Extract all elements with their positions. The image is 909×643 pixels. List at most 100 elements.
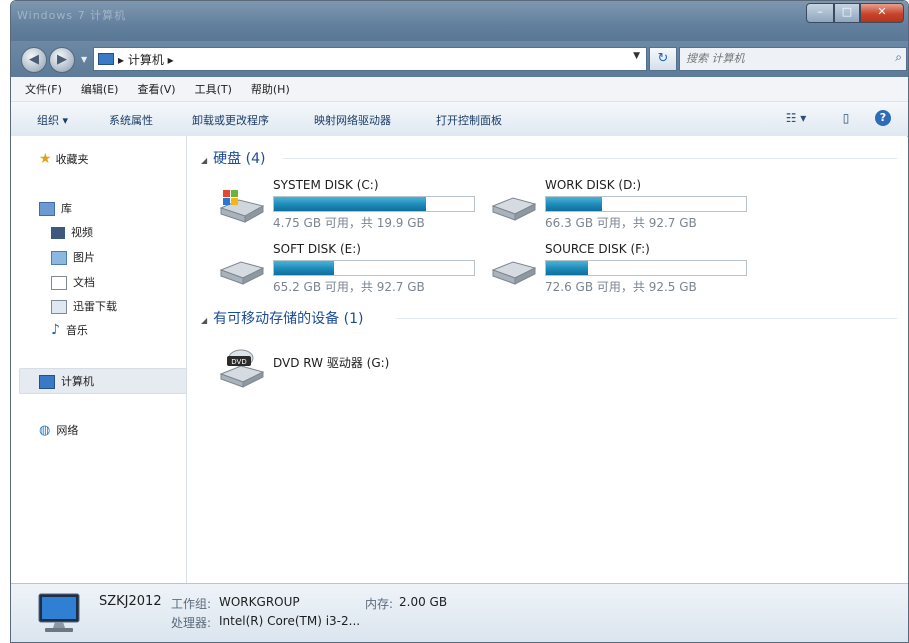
hard-drive-icon	[491, 197, 537, 221]
system-properties-button[interactable]: 系统属性	[109, 112, 153, 128]
menu-edit[interactable]: 编辑(E)	[81, 81, 119, 97]
forward-button[interactable]: ▶	[49, 47, 75, 73]
drive-e[interactable]: SOFT DISK (E:) 65.2 GB 可用，共 92.7 GB	[217, 242, 487, 302]
help-icon: ?	[879, 111, 887, 124]
dvd-drive-icon: DVD	[219, 349, 265, 388]
workgroup-label: 工作组:	[171, 597, 212, 611]
system-drive-icon	[219, 190, 265, 223]
drive-name: SOURCE DISK (F:)	[545, 242, 650, 256]
menu-view[interactable]: 查看(V)	[137, 81, 175, 97]
drive-name: SOFT DISK (E:)	[273, 242, 361, 256]
address-dropdown-icon[interactable]: ▼	[633, 51, 640, 61]
drive-usage-bar	[273, 196, 475, 212]
sidebar-item-label: 视频	[71, 226, 93, 239]
menu-help[interactable]: 帮助(H)	[251, 81, 290, 97]
memory-value: 2.00 GB	[399, 595, 448, 609]
sidebar-item-pictures[interactable]: 图片	[51, 249, 95, 265]
navigation-pane: ★ 收藏夹 库 视频 图片 文档 迅雷下载 ♪ 音乐 计算机 ◍ 网络	[11, 136, 187, 583]
search-icon[interactable]: ⌕	[895, 50, 902, 65]
menu-tools[interactable]: 工具(T)	[195, 81, 232, 97]
breadcrumb-computer[interactable]: 计算机	[128, 53, 164, 67]
download-folder-icon	[51, 300, 67, 314]
window-title: Windows 7 计算机	[17, 9, 127, 22]
drive-g-dvd[interactable]: DVD DVD RW 驱动器 (G:)	[217, 342, 487, 402]
library-icon	[39, 202, 55, 216]
sidebar-item-label: 计算机	[61, 375, 94, 388]
sidebar-item-label: 库	[61, 202, 72, 215]
collapse-arrow-icon[interactable]: ◢	[201, 156, 207, 165]
preview-pane-button[interactable]: ▯	[837, 110, 855, 126]
group-divider	[397, 318, 897, 319]
back-button[interactable]: ◀	[21, 47, 47, 73]
sidebar-item-label: 音乐	[65, 324, 88, 337]
sidebar-item-computer[interactable]: 计算机	[39, 373, 94, 389]
open-control-panel-button[interactable]: 打开控制面板	[436, 112, 502, 128]
group-header-removable-storage[interactable]: ◢ 有可移动存储的设备 (1)	[201, 308, 363, 328]
drive-name: WORK DISK (D:)	[545, 178, 642, 192]
computer-icon	[39, 375, 55, 389]
menu-file[interactable]: 文件(F)	[25, 81, 62, 97]
drive-free-space: 65.2 GB 可用，共 92.7 GB	[273, 280, 425, 294]
star-icon: ★	[39, 151, 52, 167]
help-button[interactable]: ?	[875, 110, 891, 126]
drive-usage-fill	[274, 197, 426, 211]
memory-label: 内存:	[365, 597, 394, 611]
drive-c[interactable]: SYSTEM DISK (C:) 4.75 GB 可用，共 19.9 GB	[217, 178, 487, 238]
processor-value: Intel(R) Core(TM) i3-2...	[219, 614, 361, 628]
drive-d[interactable]: WORK DISK (D:) 66.3 GB 可用，共 92.7 GB	[489, 178, 759, 238]
document-icon	[51, 276, 67, 290]
dvd-badge: DVD	[231, 358, 246, 366]
sidebar-item-libraries[interactable]: 库	[39, 200, 72, 216]
navigation-row: ◀ ▶ ▼ ▸ 计算机 ▸ ▼ ↻ ⌕	[11, 41, 908, 77]
search-box[interactable]: ⌕	[679, 47, 907, 71]
drive-usage-bar	[545, 196, 747, 212]
details-pane: SZKJ2012 工作组: WORKGROUP 内存: 2.00 GB 处理器:…	[11, 583, 908, 642]
forward-arrow-icon: ▶	[57, 52, 67, 67]
processor-label: 处理器:	[171, 616, 212, 630]
hard-drive-icon	[219, 261, 265, 285]
breadcrumb-separator-icon: ▸	[118, 53, 128, 67]
drive-free-space: 4.75 GB 可用，共 19.9 GB	[273, 216, 425, 230]
computer-monitor-icon	[38, 593, 80, 632]
address-bar[interactable]: ▸ 计算机 ▸ ▼	[93, 47, 647, 71]
hard-drive-icon	[491, 261, 537, 285]
minimize-button[interactable]: –	[806, 3, 834, 23]
sidebar-item-label: 文档	[73, 276, 95, 289]
music-note-icon: ♪	[51, 322, 60, 338]
video-icon	[51, 227, 65, 239]
maximize-button[interactable]: □	[834, 3, 860, 23]
close-button[interactable]: ✕	[860, 3, 904, 23]
map-network-drive-button[interactable]: 映射网络驱动器	[314, 112, 391, 128]
sidebar-item-videos[interactable]: 视频	[51, 224, 93, 240]
back-arrow-icon: ◀	[29, 52, 39, 67]
sidebar-item-music[interactable]: ♪ 音乐	[51, 322, 88, 338]
preview-pane-icon: ▯	[842, 111, 850, 125]
view-options-button[interactable]: ☷ ▾	[779, 110, 813, 126]
drive-f[interactable]: SOURCE DISK (F:) 72.6 GB 可用，共 92.5 GB	[489, 242, 759, 302]
sidebar-item-favorites[interactable]: ★ 收藏夹	[39, 151, 89, 167]
collapse-arrow-icon[interactable]: ◢	[201, 316, 207, 325]
search-input[interactable]	[686, 52, 866, 65]
menu-bar: 文件(F) 编辑(E) 查看(V) 工具(T) 帮助(H)	[11, 77, 908, 102]
computer-name: SZKJ2012	[99, 594, 162, 609]
recent-pages-dropdown[interactable]: ▼	[81, 55, 87, 64]
workgroup-value: WORKGROUP	[219, 595, 300, 609]
uninstall-program-button[interactable]: 卸载或更改程序	[192, 112, 269, 128]
drive-free-space: 72.6 GB 可用，共 92.5 GB	[545, 280, 697, 294]
title-bar[interactable]: Windows 7 计算机 – □ ✕	[11, 1, 908, 41]
organize-button[interactable]: 组织 ▾	[37, 112, 68, 128]
sidebar-item-thunder-downloads[interactable]: 迅雷下载	[51, 298, 117, 314]
drive-name: SYSTEM DISK (C:)	[273, 178, 379, 192]
picture-icon	[51, 251, 67, 265]
command-bar: 组织 ▾ 系统属性 卸载或更改程序 映射网络驱动器 打开控制面板 ☷ ▾ ▯ ?	[11, 102, 908, 137]
refresh-button[interactable]: ↻	[649, 47, 677, 71]
explorer-window: Windows 7 计算机 – □ ✕ ◀ ▶ ▼ ▸ 计算机 ▸ ▼ ↻ ⌕ …	[10, 0, 909, 643]
breadcrumb[interactable]: ▸ 计算机 ▸	[118, 51, 174, 68]
drive-free-space: 66.3 GB 可用，共 92.7 GB	[545, 216, 697, 230]
group-header-hard-disks[interactable]: ◢ 硬盘 (4)	[201, 148, 265, 168]
drive-usage-bar	[273, 260, 475, 276]
window-controls: – □ ✕	[806, 3, 904, 23]
sidebar-item-documents[interactable]: 文档	[51, 274, 95, 290]
refresh-icon: ↻	[657, 51, 669, 66]
sidebar-item-network[interactable]: ◍ 网络	[39, 422, 78, 438]
